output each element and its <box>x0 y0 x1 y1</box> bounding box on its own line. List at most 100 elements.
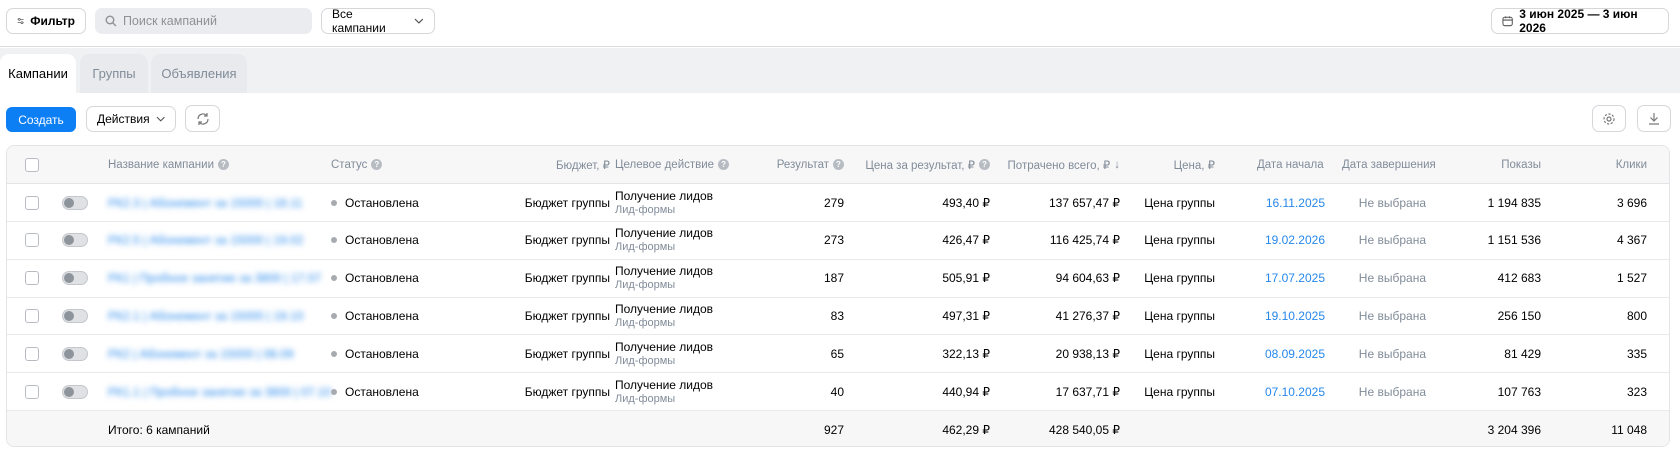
start-date-link[interactable]: 19.10.2025 <box>1265 309 1325 323</box>
tab-ads[interactable]: Объявления <box>151 54 247 93</box>
table-row[interactable]: РК2.1 | Абонемент за 15000 | 19.10 Остано… <box>7 297 1669 336</box>
table-row[interactable]: РК2.5 | Абонемент за 15000 | 19.02 Остано… <box>7 222 1669 260</box>
status-cell: Остановлена <box>331 260 419 297</box>
start-date-link[interactable]: 08.09.2025 <box>1265 347 1325 361</box>
search-icon <box>105 15 117 27</box>
spent-cell: 20 938,13 ₽ <box>1055 346 1120 361</box>
spent-cell: 17 637,71 ₽ <box>1055 384 1120 399</box>
clicks-cell: 1 527 <box>1616 271 1647 286</box>
table-row[interactable]: РК2 | Абонемент за 15000 | 08.09 Остановл… <box>7 335 1669 374</box>
table-row[interactable]: РК2.3 | Абонемент за 15000 | 18.11 Остано… <box>7 184 1669 222</box>
campaign-toggle[interactable] <box>62 271 88 286</box>
result-cell: 65 <box>830 346 844 361</box>
price-cell: Цена группы <box>1144 346 1215 361</box>
header-end[interactable]: Дата завершения <box>1342 146 1436 183</box>
goal-cell: Получение лидов Лид-формы <box>615 373 713 410</box>
select-all-checkbox[interactable] <box>25 157 39 172</box>
help-icon[interactable]: ? <box>718 159 730 170</box>
header-budget[interactable]: Бюджет, ₽ <box>487 146 610 183</box>
spent-cell: 137 657,47 ₽ <box>1048 195 1120 210</box>
header-status[interactable]: Статус? <box>331 146 383 183</box>
actions-label: Действия <box>97 112 150 126</box>
row-select-cell <box>25 297 39 334</box>
clicks-cell: 335 <box>1626 346 1647 361</box>
goal-text: Получение лидов <box>615 301 714 316</box>
table-row[interactable]: РК1 | Пробное занятие за 3800 | 17.07 Ост… <box>7 260 1669 298</box>
campaign-name-cell: РК1.1 | Пробное занятие за 3800 | 07.10 <box>108 373 331 410</box>
totals-cost-per-result: 462,29 ₽ <box>942 422 990 437</box>
help-icon[interactable]: ? <box>371 159 383 170</box>
search-box[interactable] <box>95 8 312 34</box>
campaign-toggle[interactable] <box>62 233 88 248</box>
start-date-link[interactable]: 16.11.2025 <box>1266 196 1325 210</box>
header-start[interactable]: Дата начала <box>1257 146 1324 183</box>
status-text: Остановлена <box>345 271 419 286</box>
start-date-link[interactable]: 17.07.2025 <box>1265 271 1325 285</box>
row-checkbox[interactable] <box>25 384 39 399</box>
header-impressions[interactable]: Показы <box>1447 146 1541 183</box>
row-checkbox[interactable] <box>25 271 39 286</box>
header-spent[interactable]: Потрачено всего, ₽ ↓ <box>992 146 1120 183</box>
result-cell: 40 <box>830 384 844 399</box>
header-start-label: Дата начала <box>1257 158 1324 171</box>
goal-text: Получение лидов <box>615 226 714 241</box>
help-icon[interactable]: ? <box>218 159 229 170</box>
goal-cell: Получение лидов Лид-формы <box>615 335 713 372</box>
status-text: Остановлена <box>345 346 419 361</box>
campaign-toggle[interactable] <box>62 346 88 361</box>
table-row[interactable]: РК1.1 | Пробное занятие за 3800 | 07.10 О… <box>7 373 1669 411</box>
status-cell: Остановлена <box>331 297 419 334</box>
header-goal[interactable]: Целевое действие? <box>615 146 730 183</box>
table-settings-button[interactable] <box>1592 105 1626 132</box>
start-date-cell: 19.10.2025 <box>1227 297 1325 334</box>
budget-cell: Бюджет группы <box>524 346 610 361</box>
tab-groups[interactable]: Группы <box>80 54 148 93</box>
campaign-toggle[interactable] <box>62 384 88 399</box>
clicks-cell: 4 367 <box>1616 233 1647 248</box>
row-checkbox[interactable] <box>25 233 39 248</box>
status-text: Остановлена <box>345 384 419 399</box>
impressions-cell: 107 763 <box>1497 384 1541 399</box>
campaign-name-link[interactable]: РК1.1 | Пробное занятие за 3800 | 07.10 <box>108 385 331 399</box>
goal-cell: Получение лидов Лид-формы <box>615 222 713 259</box>
header-price[interactable]: Цена, ₽ <box>1127 146 1215 183</box>
row-checkbox[interactable] <box>25 346 39 361</box>
campaign-name-cell: РК1 | Пробное занятие за 3800 | 17.07 <box>108 260 321 297</box>
start-date-link[interactable]: 07.10.2025 <box>1265 385 1325 399</box>
start-date-cell: 16.11.2025 <box>1227 184 1325 221</box>
help-icon[interactable]: ? <box>833 159 844 170</box>
campaign-name-link[interactable]: РК2 | Абонемент за 15000 | 08.09 <box>108 347 293 361</box>
campaign-name-cell: РК2 | Абонемент за 15000 | 08.09 <box>108 335 293 372</box>
status-dot-icon <box>331 199 337 206</box>
table-header: Название кампании? Статус? Бюджет, ₽ Цел… <box>7 146 1669 184</box>
row-select-cell <box>25 373 39 410</box>
row-checkbox[interactable] <box>25 308 39 323</box>
goal-subtext: Лид-формы <box>615 392 676 405</box>
start-date-cell: 08.09.2025 <box>1227 335 1325 372</box>
date-range-picker[interactable]: 3 июн 2025 — 3 июн 2026 <box>1491 7 1669 35</box>
download-button[interactable] <box>1637 105 1671 132</box>
campaign-toggle[interactable] <box>62 195 88 210</box>
goal-text: Получение лидов <box>615 377 714 392</box>
header-clicks[interactable]: Клики <box>1567 146 1647 183</box>
campaign-name-link[interactable]: РК2.1 | Абонемент за 15000 | 19.10 <box>108 309 303 323</box>
start-date-link[interactable]: 19.02.2026 <box>1265 233 1325 247</box>
tab-campaigns[interactable]: Кампании <box>0 54 76 93</box>
campaign-toggle[interactable] <box>62 308 88 323</box>
refresh-button[interactable] <box>185 105 220 132</box>
actions-dropdown[interactable]: Действия <box>86 106 176 132</box>
search-input[interactable] <box>122 14 302 28</box>
header-name[interactable]: Название кампании? <box>108 146 229 183</box>
row-checkbox[interactable] <box>25 195 39 210</box>
campaign-name-link[interactable]: РК2.5 | Абонемент за 15000 | 19.02 <box>108 233 303 247</box>
create-button[interactable]: Создать <box>6 107 76 132</box>
campaign-name-link[interactable]: РК2.3 | Абонемент за 15000 | 18.11 <box>108 196 303 210</box>
start-date-cell: 07.10.2025 <box>1227 373 1325 410</box>
campaign-filter-select[interactable]: Все кампании <box>321 7 435 35</box>
filter-button[interactable]: Фильтр <box>6 8 86 34</box>
goal-cell: Получение лидов Лид-формы <box>615 297 713 334</box>
help-icon[interactable]: ? <box>979 159 990 170</box>
header-result[interactable]: Результат? <box>737 146 844 183</box>
campaign-name-link[interactable]: РК1 | Пробное занятие за 3800 | 17.07 <box>108 271 321 285</box>
header-cost-per-result[interactable]: Цена за результат, ₽? <box>847 146 990 183</box>
